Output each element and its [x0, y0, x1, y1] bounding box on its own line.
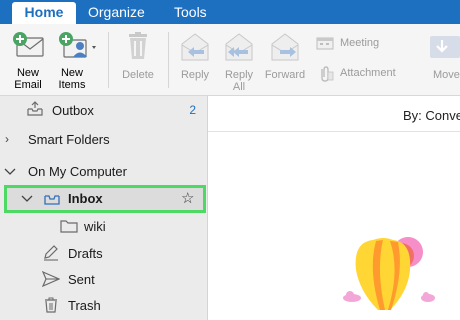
reply-all-icon — [225, 33, 253, 61]
sidebar-item-label: Outbox — [52, 103, 94, 118]
sidebar-item-drafts[interactable]: Drafts — [0, 240, 208, 266]
sidebar-item-trash[interactable]: Trash — [0, 292, 208, 318]
move-label: Move — [433, 69, 460, 81]
tab-home[interactable]: Home — [12, 2, 76, 24]
ribbon-toolbar: New Email New Items Delete Reply Reply A… — [0, 24, 460, 96]
ribbon-separator — [108, 32, 109, 88]
trash-icon — [129, 32, 147, 59]
meeting-button[interactable]: Meeting — [316, 36, 390, 52]
new-email-label: New Email — [14, 67, 42, 91]
forward-button[interactable]: Forward — [262, 32, 308, 81]
forward-label: Forward — [264, 69, 306, 81]
hot-air-balloon-illustration — [343, 237, 435, 310]
sidebar-item-label: Smart Folders — [28, 132, 110, 147]
chevron-down-icon[interactable] — [4, 168, 16, 176]
sort-bar: By: Conve — [208, 96, 460, 132]
delete-button[interactable]: Delete — [118, 32, 158, 81]
new-items-label: New Items — [58, 67, 86, 91]
attachment-button[interactable]: Attachment — [316, 66, 406, 82]
ribbon-separator — [168, 32, 169, 88]
chevron-down-icon[interactable] — [21, 195, 33, 203]
chevron-right-icon[interactable]: › — [5, 132, 9, 146]
pencil-icon — [44, 245, 58, 261]
sidebar-item-label: wiki — [84, 219, 106, 234]
meeting-label: Meeting — [340, 37, 380, 49]
sidebar-item-smart-folders[interactable]: › Smart Folders — [0, 126, 208, 152]
ribbon-tab-bar: Home Organize Tools — [0, 0, 460, 24]
attachment-label: Attachment — [340, 67, 396, 79]
unread-count-badge: 2 — [189, 103, 196, 117]
forward-icon — [271, 33, 299, 61]
calendar-icon — [316, 37, 334, 50]
tab-tools[interactable]: Tools — [174, 0, 207, 24]
sort-by-conversation-label[interactable]: By: Conve — [403, 108, 460, 123]
new-items-icon — [59, 32, 96, 58]
reply-icon — [181, 33, 209, 61]
outbox-icon — [27, 101, 43, 116]
trash-icon — [45, 297, 57, 313]
sidebar-item-wiki[interactable]: wiki — [0, 213, 208, 239]
sidebar-item-label: Sent — [68, 272, 95, 287]
reply-all-label: Reply All — [224, 69, 254, 93]
reply-all-button[interactable]: Reply All — [218, 32, 260, 93]
new-items-button[interactable]: New Items — [54, 30, 100, 91]
sidebar-item-label: On My Computer — [28, 164, 127, 179]
sidebar-item-inbox[interactable]: Inbox ☆ — [4, 185, 206, 213]
sidebar-item-on-my-computer[interactable]: On My Computer — [0, 158, 208, 184]
message-list-pane: By: Conve — [208, 96, 460, 320]
sidebar-item-label: Drafts — [68, 246, 103, 261]
folder-icon — [60, 220, 78, 233]
new-email-button[interactable]: New Email — [6, 30, 50, 91]
paper-plane-icon — [42, 271, 60, 287]
paperclip-icon — [321, 66, 334, 82]
sidebar-item-label: Inbox — [68, 191, 103, 206]
reply-label: Reply — [180, 69, 210, 81]
star-icon[interactable]: ☆ — [181, 189, 194, 207]
reply-button[interactable]: Reply — [174, 32, 216, 81]
new-email-icon — [13, 32, 44, 57]
sidebar-item-sent[interactable]: Sent — [0, 266, 208, 292]
sidebar-item-label: Trash — [68, 298, 101, 313]
folder-sidebar: Outbox 2 › Smart Folders On My Computer … — [0, 96, 208, 320]
sidebar-item-outbox[interactable]: Outbox 2 — [0, 97, 208, 123]
move-folder-icon — [430, 36, 460, 58]
move-button[interactable]: Move — [424, 32, 460, 81]
tab-organize[interactable]: Organize — [88, 0, 145, 24]
delete-label: Delete — [122, 69, 154, 81]
inbox-tray-icon — [44, 195, 60, 205]
